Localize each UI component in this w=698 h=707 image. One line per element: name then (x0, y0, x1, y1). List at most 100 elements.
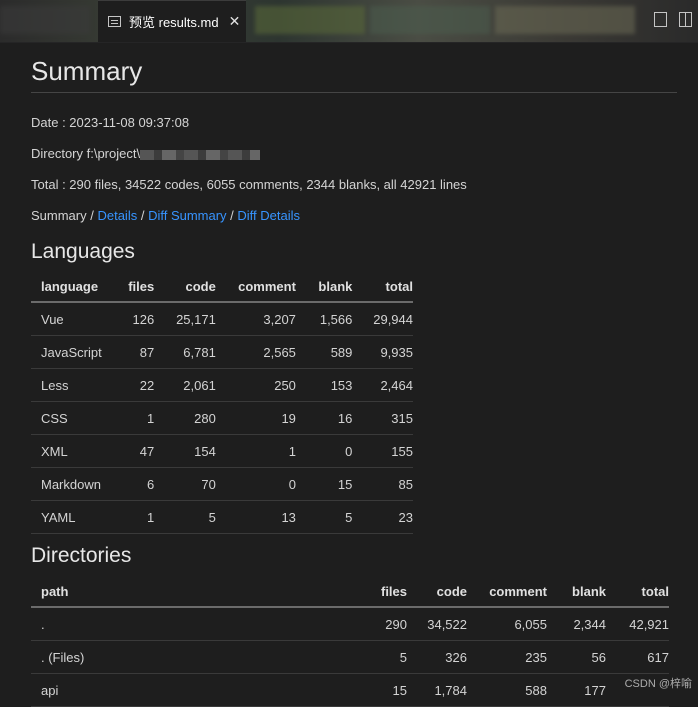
table-row: . (Files) 5 326 235 56 617 (31, 640, 669, 674)
table-cell: 6,781 (154, 335, 216, 369)
table-cell: Vue (31, 302, 126, 336)
directories-heading: Directories (31, 544, 132, 567)
table-cell: 47 (125, 434, 155, 468)
table-cell: 1 (125, 401, 155, 435)
table-cell: 16 (295, 401, 353, 435)
table-cell: 235 (467, 640, 547, 674)
table-cell: api (31, 673, 370, 707)
table-row: YAML 1 5 13 5 23 (31, 500, 413, 534)
table-cell: 588 (467, 673, 547, 707)
table-cell: 2,344 (547, 607, 606, 641)
column-header: path (31, 576, 370, 608)
languages-heading: Languages (31, 240, 135, 263)
table-cell: Less (31, 368, 126, 402)
table-row: XML 47 154 1 0 155 (31, 434, 413, 468)
table-cell: 2,464 (352, 368, 413, 402)
table-cell: . (Files) (31, 640, 370, 674)
markdown-preview: Summary Date : 2023-11-08 09:37:08 Direc… (31, 42, 677, 707)
table-cell: 2,565 (215, 335, 296, 369)
table-cell: 155 (352, 434, 413, 468)
table-cell: 154 (154, 434, 216, 468)
table-row: JavaScript 87 6,781 2,565 589 9,935 (31, 335, 413, 369)
table-cell: 42,921 (606, 607, 669, 641)
redacted-path (140, 149, 261, 160)
column-header: comment (467, 576, 547, 608)
table-cell: CSS (31, 401, 126, 435)
blurred-region (0, 6, 90, 34)
table-cell: JavaScript (31, 335, 126, 369)
table-cell: 589 (295, 335, 353, 369)
preview-icon (108, 16, 121, 27)
split-editor-icon[interactable] (679, 12, 692, 27)
date-line: Date : 2023-11-08 09:37:08 (31, 115, 190, 130)
table-cell: 87 (125, 335, 155, 369)
table-cell: 5 (370, 640, 407, 674)
blurred-region (370, 6, 490, 34)
column-header: code (407, 576, 467, 608)
table-cell: 250 (215, 368, 296, 402)
column-header: total (606, 576, 669, 608)
column-header: comment (215, 271, 296, 303)
table-cell: 315 (352, 401, 413, 435)
column-header: files (370, 576, 407, 608)
table-cell: 2,061 (154, 368, 216, 402)
languages-table: language files code comment blank total Vue 12… (31, 271, 413, 534)
close-icon[interactable]: ✕ (229, 13, 241, 30)
open-source-icon[interactable] (654, 12, 667, 27)
column-header: code (154, 271, 216, 303)
table-row: Less 22 2,061 250 153 2,464 (31, 368, 413, 402)
table-cell: 70 (154, 467, 216, 501)
column-header: blank (295, 271, 353, 303)
blurred-region (495, 6, 635, 34)
table-cell: 1,784 (407, 673, 467, 707)
table-cell: 23 (352, 500, 413, 534)
table-cell: 15 (295, 467, 353, 501)
nav-separator: / (137, 208, 149, 223)
table-row: . 290 34,522 6,055 2,344 42,921 (31, 607, 669, 641)
table-cell: 290 (370, 607, 407, 641)
table-cell: 6 (125, 467, 155, 501)
link-details[interactable]: Details (97, 208, 137, 223)
tab-results-preview[interactable]: 预览 results.md ✕ (98, 0, 246, 42)
table-cell: 326 (407, 640, 467, 674)
table-cell: 153 (295, 368, 353, 402)
table-cell: 0 (295, 434, 353, 468)
table-cell: 9,935 (352, 335, 413, 369)
column-header: files (125, 271, 155, 303)
table-cell: 1,566 (295, 302, 353, 336)
table-cell: 25,171 (154, 302, 216, 336)
nav-separator: / (86, 208, 98, 223)
link-diff-details[interactable]: Diff Details (237, 208, 300, 223)
table-cell: 126 (125, 302, 155, 336)
directory-text: Directory f:\project\ (31, 146, 141, 161)
nav-links: Summary / Details / Diff Summary / Diff … (31, 208, 300, 223)
table-cell: 280 (154, 401, 216, 435)
table-row: CSS 1 280 19 16 315 (31, 401, 413, 435)
table-cell: 0 (215, 467, 296, 501)
table-cell: 1 (125, 500, 155, 534)
table-cell: 29,944 (352, 302, 413, 336)
table-row: api 15 1,784 588 177 (31, 673, 669, 707)
column-header: language (31, 271, 126, 303)
table-cell: 85 (352, 467, 413, 501)
table-cell: 22 (125, 368, 155, 402)
table-row: Markdown 6 70 0 15 85 (31, 467, 413, 501)
column-header: total (352, 271, 413, 303)
table-cell: 1 (215, 434, 296, 468)
table-cell: 617 (606, 640, 669, 674)
table-cell: 177 (547, 673, 606, 707)
total-line: Total : 290 files, 34522 codes, 6055 com… (31, 177, 467, 192)
table-cell: 34,522 (407, 607, 467, 641)
nav-separator: / (226, 208, 238, 223)
table-cell: 6,055 (467, 607, 547, 641)
link-diff-summary[interactable]: Diff Summary (148, 208, 227, 223)
column-header: blank (547, 576, 606, 608)
tab-label: 预览 results.md (129, 15, 219, 30)
blurred-region (255, 6, 365, 34)
table-cell: 5 (154, 500, 216, 534)
table-cell: 3,207 (215, 302, 296, 336)
table-cell: 15 (370, 673, 407, 707)
table-cell: YAML (31, 500, 126, 534)
directory-line: Directory f:\project\ (31, 146, 261, 161)
directories-table: path files code comment blank total . 290 34,52… (31, 576, 669, 707)
